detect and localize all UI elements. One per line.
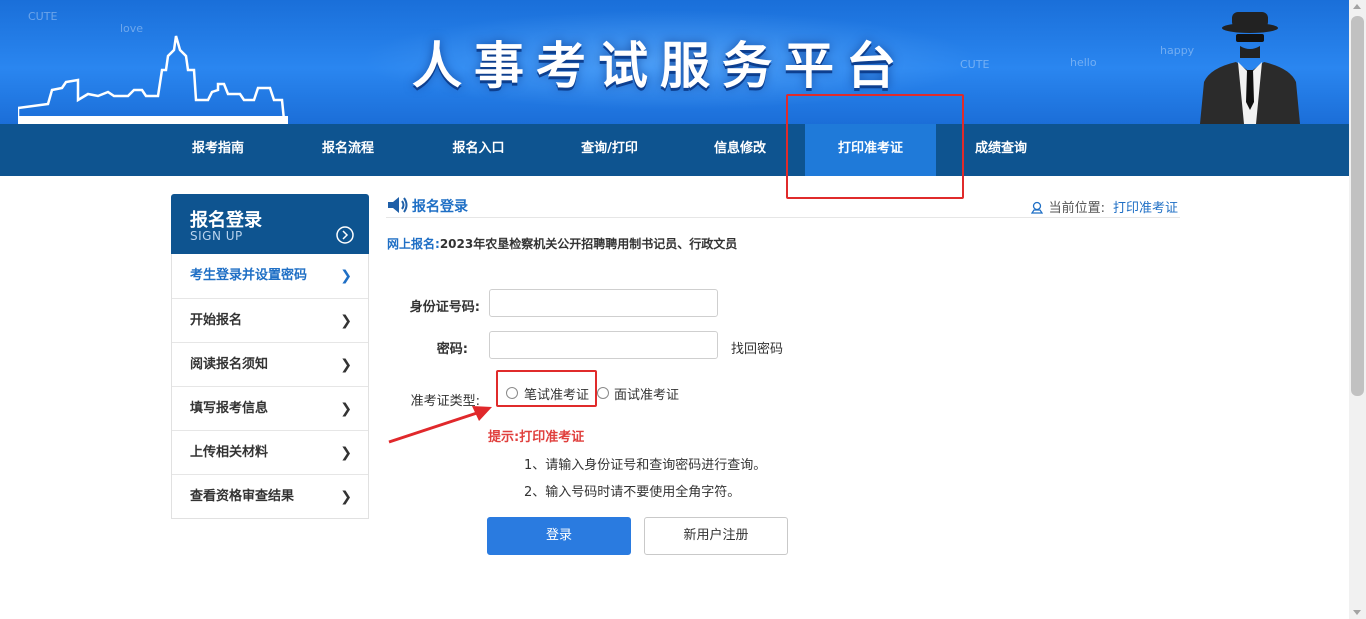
banner-doodle: CUTE xyxy=(960,58,990,71)
banner-doodle: CUTE xyxy=(28,10,58,23)
password-input[interactable] xyxy=(489,331,718,359)
main-nav: 报考指南 报名流程 报名入口 查询/打印 信息修改 打印准考证 成绩查询 xyxy=(0,124,1349,176)
radio-interview-ticket-label[interactable]: 面试准考证 xyxy=(614,384,679,403)
ticket-type-label: 准考证类型: xyxy=(410,394,480,409)
tip-line: 1、请输入身份证号和查询密码进行查询。 xyxy=(524,458,767,473)
scroll-thumb[interactable] xyxy=(1351,16,1364,396)
radio-interview-ticket[interactable] xyxy=(597,387,609,399)
vertical-scrollbar[interactable] xyxy=(1349,0,1366,619)
city-skyline-icon xyxy=(18,35,288,124)
sidebar-item-label: 阅读报名须知 xyxy=(190,357,269,372)
banner-doodle: hello xyxy=(1070,56,1097,69)
site-title: 人事考试服务平台 xyxy=(412,37,908,95)
circle-arrow-icon[interactable] xyxy=(335,225,355,245)
sidebar-item-review-results[interactable]: 查看资格审查结果 ❯ xyxy=(172,474,368,518)
sidebar-item-login-set-password[interactable]: 考生登录并设置密码 ❯ xyxy=(172,254,368,298)
forgot-password-link[interactable]: 找回密码 xyxy=(731,338,783,357)
tip-line: 2、输入号码时请不要使用全角字符。 xyxy=(524,485,741,500)
section-header: 报名登录 当前位置: 打印准考证 xyxy=(386,194,1180,218)
page: CUTE love CUTE hello happy 人事考试服务平台 报考指南… xyxy=(0,0,1366,619)
online-registration-label: 网上报名: xyxy=(387,237,440,251)
chevron-right-icon: ❯ xyxy=(340,268,352,284)
password-label: 密码: xyxy=(436,342,468,357)
breadcrumb: 当前位置: 打印准考证 xyxy=(1030,197,1178,216)
sidebar-item-label: 考生登录并设置密码 xyxy=(190,268,308,283)
scroll-up-arrow-icon[interactable] xyxy=(1353,4,1361,9)
online-registration-info: 网上报名:2023年农垦检察机关公开招聘聘用制书记员、行政文员 xyxy=(387,235,737,252)
sidebar-item-label: 填写报考信息 xyxy=(190,401,269,416)
id-number-input[interactable] xyxy=(489,289,718,317)
sidebar-header: 报名登录 SIGN UP xyxy=(171,194,369,254)
nav-item-exam-guide[interactable]: 报考指南 xyxy=(153,124,283,176)
tip-title: 提示:打印准考证 xyxy=(488,430,585,445)
radio-written-ticket[interactable] xyxy=(506,387,518,399)
radio-written-ticket-label[interactable]: 笔试准考证 xyxy=(524,384,589,403)
online-registration-name: 2023年农垦检察机关公开招聘聘用制书记员、行政文员 xyxy=(439,237,738,251)
sidebar-item-fill-info[interactable]: 填写报考信息 ❯ xyxy=(172,386,368,430)
highlight-box-nav xyxy=(786,94,964,199)
location-pin-icon xyxy=(1030,201,1043,214)
sidebar-item-read-notice[interactable]: 阅读报名须知 ❯ xyxy=(172,342,368,386)
chevron-right-icon: ❯ xyxy=(340,313,352,329)
chevron-right-icon: ❯ xyxy=(340,445,352,461)
nav-item-registration-process[interactable]: 报名流程 xyxy=(283,124,413,176)
sidebar-item-label: 上传相关材料 xyxy=(190,445,269,460)
sidebar-item-label: 查看资格审查结果 xyxy=(190,489,295,504)
businessman-icon xyxy=(1200,12,1300,124)
breadcrumb-label: 当前位置: xyxy=(1048,201,1105,216)
sidebar-item-upload-materials[interactable]: 上传相关材料 ❯ xyxy=(172,430,368,474)
speaker-icon xyxy=(388,197,408,213)
register-button[interactable]: 新用户注册 xyxy=(644,517,788,555)
sidebar-item-start-registration[interactable]: 开始报名 ❯ xyxy=(172,298,368,342)
chevron-right-icon: ❯ xyxy=(340,489,352,505)
scroll-down-arrow-icon[interactable] xyxy=(1353,610,1361,615)
banner-doodle: love xyxy=(120,22,144,35)
chevron-right-icon: ❯ xyxy=(340,357,352,373)
breadcrumb-current[interactable]: 打印准考证 xyxy=(1113,201,1178,216)
sidebar-subtitle: SIGN UP xyxy=(190,229,243,243)
login-button[interactable]: 登录 xyxy=(487,517,631,555)
id-number-label: 身份证号码: xyxy=(409,300,480,315)
sidebar-menu: 考生登录并设置密码 ❯ 开始报名 ❯ 阅读报名须知 ❯ 填写报考信息 ❯ 上传相… xyxy=(171,254,369,519)
nav-item-registration-entry[interactable]: 报名入口 xyxy=(413,124,544,176)
nav-item-query-print[interactable]: 查询/打印 xyxy=(544,124,675,176)
header-banner: CUTE love CUTE hello happy 人事考试服务平台 xyxy=(0,0,1349,124)
chevron-right-icon: ❯ xyxy=(340,401,352,417)
sidebar-item-label: 开始报名 xyxy=(190,313,243,328)
section-title: 报名登录 xyxy=(412,199,468,215)
